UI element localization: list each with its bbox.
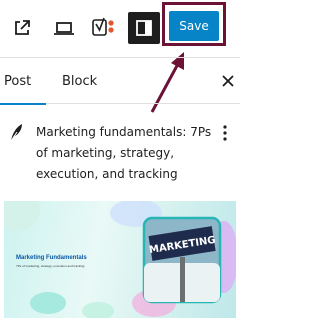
yoast-icon (92, 17, 114, 36)
featured-image-graphic: Marketing Fundamentals 7Ps of marketing,… (4, 201, 236, 318)
tab-block-label: Block (62, 73, 98, 89)
sidebar-settings-icon (136, 20, 152, 36)
tab-post-label: Post (4, 73, 32, 89)
close-icon (222, 75, 234, 87)
post-actions-button[interactable] (218, 122, 232, 144)
sidebar-tabs: Post Block (0, 57, 240, 105)
tab-post[interactable]: Post (0, 58, 46, 105)
post-summary: Marketing fundamentals: 7Ps of marketing… (0, 112, 240, 192)
tab-block[interactable]: Block (62, 58, 97, 104)
image-subtext: 7Ps of marketing, strategy, execution an… (16, 264, 85, 268)
featured-image[interactable]: Marketing Fundamentals 7Ps of marketing,… (4, 201, 236, 318)
view-post-button[interactable] (6, 12, 38, 44)
close-sidebar-button[interactable] (218, 71, 238, 91)
laptop-icon (54, 22, 74, 35)
feather-icon (10, 124, 22, 142)
save-highlight-box (162, 2, 226, 46)
image-heading: Marketing Fundamentals (16, 255, 87, 261)
external-link-icon (15, 20, 30, 35)
more-vertical-icon (223, 125, 227, 141)
preview-button[interactable] (48, 12, 80, 44)
yoast-seo-button[interactable] (88, 12, 120, 44)
post-title: Marketing fundamentals: 7Ps of marketing… (36, 125, 212, 181)
settings-toggle-button[interactable] (128, 12, 160, 44)
